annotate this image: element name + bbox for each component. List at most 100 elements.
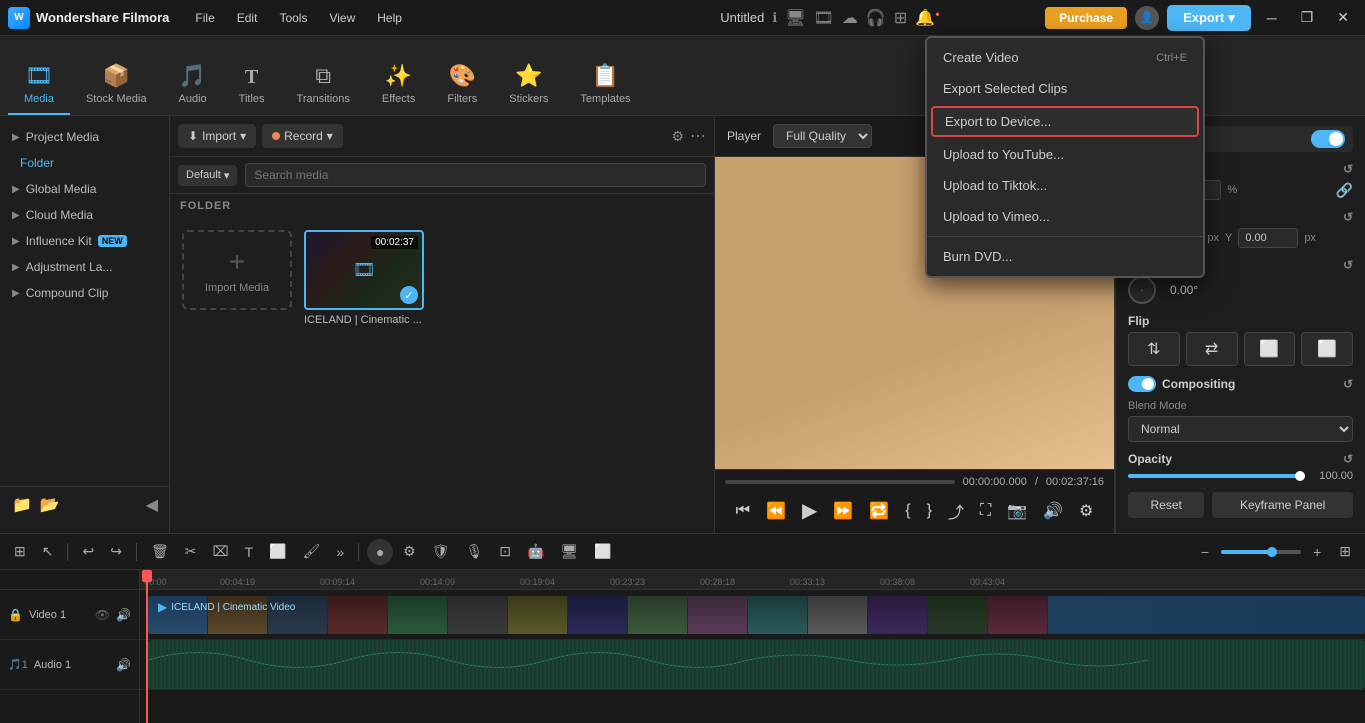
record-button[interactable]: Record ▾ — [262, 124, 343, 148]
loop-button[interactable]: 🔁 — [865, 497, 893, 525]
tab-media[interactable]: 🎞 Media — [8, 55, 70, 115]
audio-clip[interactable] — [148, 640, 1365, 689]
menu-upload-youtube[interactable]: Upload to YouTube... — [927, 139, 1203, 170]
minimize-button[interactable]: ─ — [1259, 6, 1285, 30]
import-button[interactable]: ⬇ Import ▾ — [178, 124, 256, 148]
link-icon[interactable]: 🔗 — [1336, 182, 1353, 199]
menu-tools[interactable]: Tools — [269, 7, 317, 29]
tl-pip-btn[interactable]: ⬜ — [588, 539, 617, 564]
section-adjustment[interactable]: ▶ Adjustment La... — [0, 254, 169, 280]
compositing-reset-icon[interactable]: ↺ — [1343, 377, 1353, 391]
position-reset-icon[interactable]: ↺ — [1343, 210, 1353, 224]
compositing-toggle2[interactable] — [1128, 376, 1156, 392]
headphones-icon[interactable]: 🎧 — [866, 8, 886, 28]
close-button[interactable]: ✕ — [1329, 5, 1357, 30]
tl-color-btn[interactable]: 🖌 — [297, 539, 327, 564]
lock-icon[interactable]: 🔒 — [8, 608, 23, 622]
speaker-icon[interactable]: 🔊 — [116, 608, 131, 622]
section-cloud-media[interactable]: ▶ Cloud Media — [0, 202, 169, 228]
section-influence-kit[interactable]: ▶ Influence Kit NEW — [0, 228, 169, 254]
tab-audio[interactable]: 🎵 Audio — [163, 55, 223, 115]
export-button[interactable]: Export ▾ — [1167, 5, 1251, 31]
notification-icon[interactable]: 🔔● — [915, 8, 940, 28]
menu-burn-dvd[interactable]: Burn DVD... — [927, 241, 1203, 272]
tl-redo-btn[interactable]: ↪ — [104, 539, 128, 564]
step-forward-button[interactable]: ⏩ — [829, 497, 857, 525]
menu-view[interactable]: View — [319, 7, 365, 29]
settings-button[interactable]: ⚙ — [1075, 497, 1097, 525]
menu-export-device[interactable]: Export to Device... — [931, 106, 1199, 137]
search-input[interactable] — [245, 163, 706, 187]
tab-stock-media[interactable]: 📦 Stock Media — [70, 55, 163, 115]
tl-grid-btn[interactable]: ⊞ — [1333, 539, 1357, 564]
flip-h-button[interactable]: ⇅ — [1128, 332, 1180, 366]
menu-edit[interactable]: Edit — [227, 7, 268, 29]
import-media-box[interactable]: + Import Media — [182, 230, 292, 310]
keyframe-panel-button[interactable]: Keyframe Panel — [1212, 492, 1353, 518]
rotate-dial[interactable]: · — [1128, 276, 1156, 304]
out-point-button[interactable]: } — [923, 498, 936, 524]
extract-button[interactable]: ⤴ — [944, 495, 968, 527]
film-icon[interactable]: 🎞 — [814, 8, 834, 28]
section-compound-clip[interactable]: ▶ Compound Clip — [0, 280, 169, 306]
menu-help[interactable]: Help — [367, 7, 412, 29]
step-back-button[interactable]: ⏪ — [762, 497, 790, 525]
tl-crop-btn[interactable]: ⌧ — [206, 539, 234, 564]
zoom-in-button[interactable]: + — [1307, 540, 1327, 564]
tl-mic-btn[interactable]: 🎙 — [460, 539, 490, 564]
tl-playhead-center[interactable]: ● — [367, 539, 393, 565]
play-button[interactable]: ▶ — [798, 494, 821, 527]
tab-titles[interactable]: T Titles — [223, 58, 281, 115]
quality-select[interactable]: Full Quality — [773, 124, 872, 148]
in-point-button[interactable]: { — [901, 498, 914, 524]
tab-effects[interactable]: ✨ Effects — [366, 55, 431, 115]
tl-text-btn[interactable]: T — [239, 540, 260, 564]
tab-transitions[interactable]: ⧉ Transitions — [281, 55, 366, 115]
eye-icon[interactable]: 👁 — [95, 608, 110, 622]
more-icon[interactable]: ⋯ — [690, 126, 706, 146]
tl-settings-btn[interactable]: ⚙ — [397, 539, 422, 564]
tl-layout-btn[interactable]: ⊡ — [493, 539, 517, 564]
tl-undo-btn[interactable]: ↩ — [76, 539, 100, 564]
menu-file[interactable]: File — [185, 7, 224, 29]
tab-templates[interactable]: 📋 Templates — [564, 55, 646, 115]
volume-button[interactable]: 🔊 — [1039, 497, 1067, 525]
zoom-out-button[interactable]: − — [1195, 540, 1215, 564]
scale-reset-icon[interactable]: ↺ — [1343, 162, 1353, 176]
section-project-media[interactable]: ▶ Project Media — [0, 124, 169, 150]
folder-label[interactable]: Folder — [0, 150, 169, 176]
media-item-iceland[interactable]: 00:02:37 🎞 ✓ ICELAND | Cinematic ... — [304, 230, 424, 326]
tl-multitrack-btn[interactable]: ⊞ — [8, 539, 32, 564]
default-dropdown[interactable]: Default ▾ — [178, 165, 237, 186]
tab-filters[interactable]: 🎨 Filters — [431, 55, 493, 115]
menu-upload-tiktok[interactable]: Upload to Tiktok... — [927, 170, 1203, 201]
collapse-icon[interactable]: ◀ — [146, 495, 158, 515]
cloud-up-icon[interactable]: ☁ — [842, 8, 858, 28]
rotate-reset-icon[interactable]: ↺ — [1343, 258, 1353, 272]
tl-delete-btn[interactable]: 🗑 — [145, 539, 175, 564]
tab-stickers[interactable]: ⭐ Stickers — [493, 55, 564, 115]
snapshot-button[interactable]: 📷 — [1003, 497, 1031, 525]
flip-v-button[interactable]: ⇄ — [1186, 332, 1238, 366]
go-start-button[interactable]: ⏮ — [732, 498, 754, 524]
position-y-input[interactable] — [1238, 228, 1298, 248]
progress-bar[interactable] — [725, 480, 955, 484]
apps-icon[interactable]: ⊞ — [894, 8, 907, 28]
tl-cut-btn[interactable]: ✂ — [179, 539, 203, 564]
info-icon[interactable]: ℹ — [772, 10, 777, 26]
filter-icon[interactable]: ⚙ — [671, 128, 684, 145]
zoom-slider[interactable] — [1221, 550, 1301, 554]
menu-create-video[interactable]: Create Video Ctrl+E — [927, 42, 1203, 73]
fullscreen-button[interactable]: ⛶ — [976, 498, 995, 524]
tl-screen-btn[interactable]: 🖥 — [554, 539, 584, 564]
flip-diag1-button[interactable]: ⬜ — [1244, 332, 1296, 366]
blend-mode-select[interactable]: Normal Multiply Screen — [1128, 416, 1353, 442]
opacity-reset-icon[interactable]: ↺ — [1343, 452, 1353, 466]
maximize-button[interactable]: ❐ — [1293, 5, 1322, 30]
playhead[interactable] — [146, 570, 148, 723]
menu-export-selected[interactable]: Export Selected Clips — [927, 73, 1203, 104]
monitor-icon[interactable]: 🖥 — [785, 8, 805, 28]
flip-diag2-button[interactable]: ⬜ — [1301, 332, 1353, 366]
tl-ai-btn[interactable]: 🤖 — [521, 539, 550, 564]
opacity-slider[interactable] — [1128, 474, 1305, 478]
